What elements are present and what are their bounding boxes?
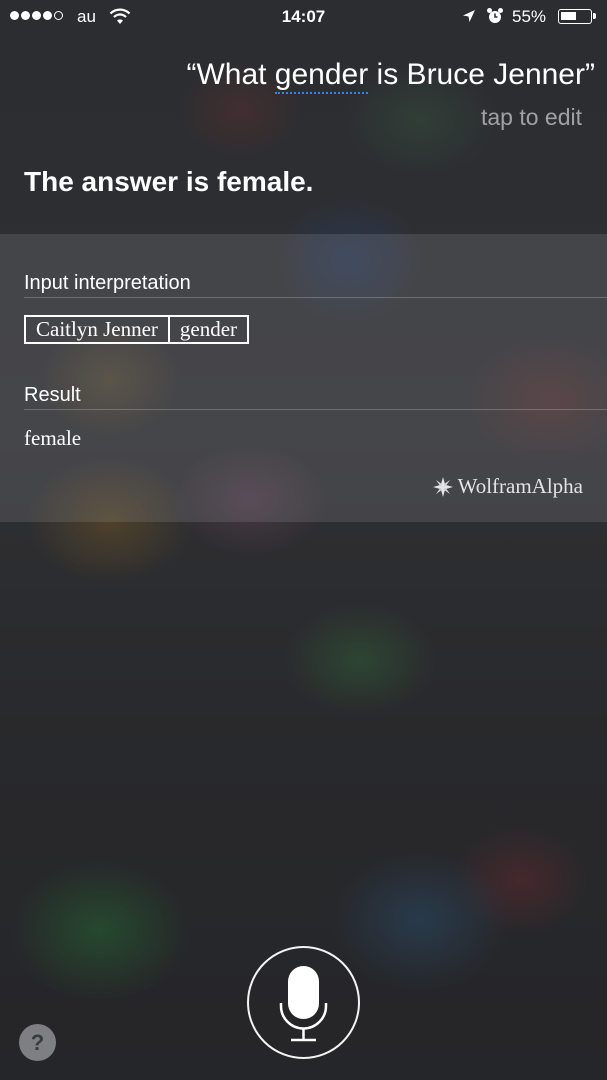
help-button[interactable]: ?: [19, 1024, 56, 1061]
wolfram-alpha-logo[interactable]: WolframAlpha: [432, 474, 583, 499]
microphone-button[interactable]: [247, 946, 360, 1059]
status-bar: au 14:07 55%: [0, 0, 607, 34]
background-dim-overlay: [0, 0, 607, 1080]
alarm-clock-icon: [487, 8, 503, 23]
microphone-icon: [279, 966, 328, 1042]
result-value: female: [24, 426, 82, 450]
divider: [24, 297, 607, 298]
query-underlined-word[interactable]: gender: [274, 58, 369, 94]
wolfram-result-card[interactable]: Input interpretation Caitlyn Jenner gend…: [0, 234, 607, 522]
input-interpretation-box: Caitlyn Jenner gender: [24, 315, 250, 344]
interpretation-entity: Caitlyn Jenner: [36, 317, 158, 341]
wolfram-alpha-brand: WolframAlpha: [457, 474, 583, 498]
siri-answer: The answer is female.: [24, 166, 314, 197]
wolfram-spikey-icon: [432, 476, 453, 497]
tap-to-edit-hint[interactable]: tap to edit: [481, 104, 582, 131]
interpretation-property: gender: [167, 317, 247, 342]
location-arrow-icon: [463, 10, 475, 22]
battery-icon: [558, 9, 596, 24]
input-interpretation-label: Input interpretation: [24, 272, 191, 294]
battery-percentage: 55%: [512, 7, 547, 26]
spoken-query[interactable]: “What gender is Bruce Jenner”: [186, 58, 595, 94]
divider: [24, 409, 607, 410]
result-label: Result: [24, 384, 81, 406]
